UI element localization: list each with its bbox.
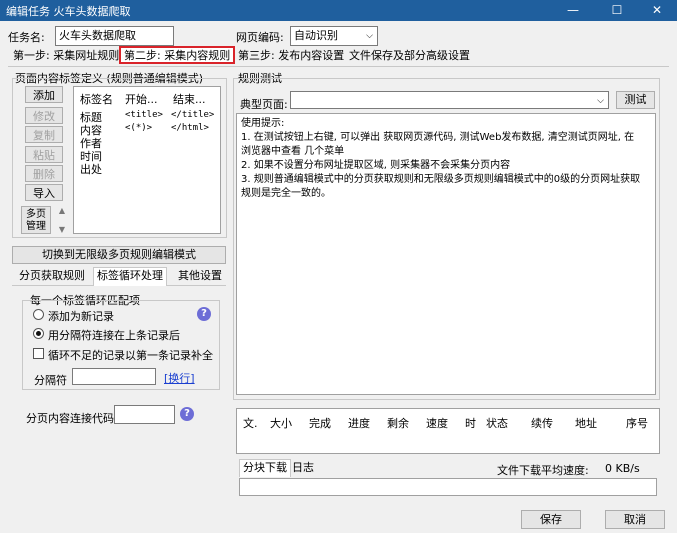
encoding-label: 网页编码: bbox=[236, 31, 284, 44]
help-icon-page-join[interactable]: ? bbox=[180, 407, 194, 421]
task-name-input[interactable]: 火车头数据爬取 bbox=[55, 26, 174, 46]
subtab-tag-loop[interactable]: 标签循环处理 bbox=[93, 267, 167, 286]
tab-block-download[interactable]: 分块下载 bbox=[239, 459, 291, 477]
tag-table: 标签名 开始... 结束... 标题 <title> </title> 内容 <… bbox=[73, 86, 221, 234]
col-header-tag-name[interactable]: 标签名 bbox=[80, 91, 113, 107]
typical-page-select[interactable]: ⌵ bbox=[290, 91, 609, 109]
add-button[interactable]: 添加 bbox=[25, 86, 63, 103]
newline-link[interactable]: [换行] bbox=[164, 370, 195, 386]
download-progress-bar bbox=[239, 478, 657, 496]
col-header-status[interactable]: 状态 bbox=[486, 415, 508, 431]
subtab-page-rule[interactable]: 分页获取规则 bbox=[16, 268, 88, 286]
col-header-time[interactable]: 时 bbox=[465, 415, 476, 431]
download-list[interactable]: 文. 大小 完成 进度 剩余 速度 时 状态 续传 地址 序号 bbox=[236, 408, 660, 454]
avg-speed-label: 文件下载平均速度: bbox=[497, 464, 589, 477]
typical-page-label: 典型页面: bbox=[240, 98, 288, 111]
edit-button[interactable]: 修改 bbox=[25, 107, 63, 124]
tab-strip-line bbox=[8, 66, 669, 67]
test-button[interactable]: 测试 bbox=[616, 91, 655, 109]
tab-step-3[interactable]: 第三步: 发布内容设置 bbox=[235, 48, 347, 66]
window-title: 编辑任务 火车头数据爬取 bbox=[6, 5, 131, 18]
table-row-5-name[interactable]: 出处 bbox=[80, 161, 102, 177]
radio-join-separator-label: 用分隔符连接在上条记录后 bbox=[48, 329, 180, 342]
col-header-progress[interactable]: 进度 bbox=[348, 415, 370, 431]
checkbox-fill-first-record[interactable] bbox=[33, 348, 44, 359]
table-row-1-start: <title> bbox=[125, 110, 163, 120]
tab-log[interactable]: 日志 bbox=[289, 460, 317, 478]
table-row-1-end: </title> bbox=[171, 110, 215, 120]
col-header-start[interactable]: 开始... bbox=[125, 91, 158, 107]
help-icon[interactable]: ? bbox=[197, 307, 211, 321]
title-bar: 编辑任务 火车头数据爬取 — ☐ ✕ bbox=[0, 0, 677, 21]
delete-button[interactable]: 删除 bbox=[25, 165, 63, 182]
minimize-button[interactable]: — bbox=[553, 0, 593, 21]
subtab-other-settings[interactable]: 其他设置 bbox=[175, 268, 225, 286]
task-name-label: 任务名: bbox=[8, 31, 45, 44]
table-row-2-start: <(*)> bbox=[125, 123, 153, 133]
col-header-remaining[interactable]: 剩余 bbox=[387, 415, 409, 431]
chevron-down-icon: ⌵ bbox=[366, 31, 373, 41]
radio-add-new-record[interactable] bbox=[33, 309, 44, 320]
col-header-file[interactable]: 文. bbox=[243, 415, 258, 431]
multi-page-button[interactable]: 多页管理 bbox=[21, 206, 51, 234]
tab-step-2[interactable]: 第二步: 采集内容规则 bbox=[119, 46, 236, 64]
tips-line-0: 使用提示: bbox=[241, 118, 285, 129]
chevron-down-icon: ⌵ bbox=[597, 96, 604, 106]
encoding-value: 自动识别 bbox=[294, 29, 338, 42]
checkbox-fill-first-record-label: 循环不足的记录以第一条记录补全 bbox=[48, 349, 213, 362]
col-header-resume[interactable]: 续传 bbox=[531, 415, 553, 431]
save-button[interactable]: 保存 bbox=[521, 510, 581, 529]
paste-button[interactable]: 粘贴 bbox=[25, 146, 63, 163]
tab-step-1[interactable]: 第一步: 采集网址规则 bbox=[10, 48, 122, 66]
tips-textarea[interactable]: 使用提示: 1. 在测试按钮上右键, 可以弹出 获取网页源代码, 测试Web发布… bbox=[236, 113, 656, 395]
copy-button[interactable]: 复制 bbox=[25, 126, 63, 143]
close-button[interactable]: ✕ bbox=[637, 0, 677, 21]
tips-line-1: 1. 在测试按钮上右键, 可以弹出 获取网页源代码, 测试Web发布数据, 清空… bbox=[241, 132, 635, 143]
cancel-button[interactable]: 取消 bbox=[605, 510, 665, 529]
radio-join-separator[interactable] bbox=[33, 328, 44, 339]
maximize-button[interactable]: ☐ bbox=[597, 0, 637, 21]
col-header-size[interactable]: 大小 bbox=[270, 415, 292, 431]
tips-line-3: 2. 如果不设置分布网址提取区域, 则采集器不会采集分页内容 bbox=[241, 160, 511, 171]
tips-line-4: 3. 规则普通编辑模式中的分页获取规则和无限级多页规则编辑模式中的0级的分页网址… bbox=[241, 174, 641, 185]
col-header-index[interactable]: 序号 bbox=[626, 415, 648, 431]
separator-input[interactable] bbox=[72, 368, 156, 385]
table-row-2-end: </html> bbox=[171, 123, 209, 133]
tips-line-5: 规则是完全一致的。 bbox=[241, 188, 331, 199]
encoding-select[interactable]: 自动识别 ⌵ bbox=[290, 26, 378, 46]
avg-speed-value: 0 KB/s bbox=[605, 462, 640, 475]
col-header-done[interactable]: 完成 bbox=[309, 415, 331, 431]
col-header-end[interactable]: 结束... bbox=[173, 91, 206, 107]
move-down-icon[interactable]: ▼ bbox=[57, 224, 67, 236]
page-join-input[interactable] bbox=[114, 405, 175, 424]
separator-label: 分隔符 bbox=[34, 374, 67, 387]
radio-add-new-record-label: 添加为新记录 bbox=[48, 310, 114, 323]
switch-mode-button[interactable]: 切换到无限级多页规则编辑模式 bbox=[12, 246, 226, 264]
tab-step-4[interactable]: 文件保存及部分高级设置 bbox=[346, 48, 473, 66]
move-up-icon[interactable]: ▲ bbox=[57, 205, 67, 217]
import-button[interactable]: 导入 bbox=[25, 184, 63, 201]
tips-line-2: 浏览器中查看 几个菜单 bbox=[241, 146, 345, 157]
col-header-address[interactable]: 地址 bbox=[575, 415, 597, 431]
page-join-label: 分页内容连接代码 bbox=[26, 412, 114, 425]
col-header-speed[interactable]: 速度 bbox=[426, 415, 448, 431]
